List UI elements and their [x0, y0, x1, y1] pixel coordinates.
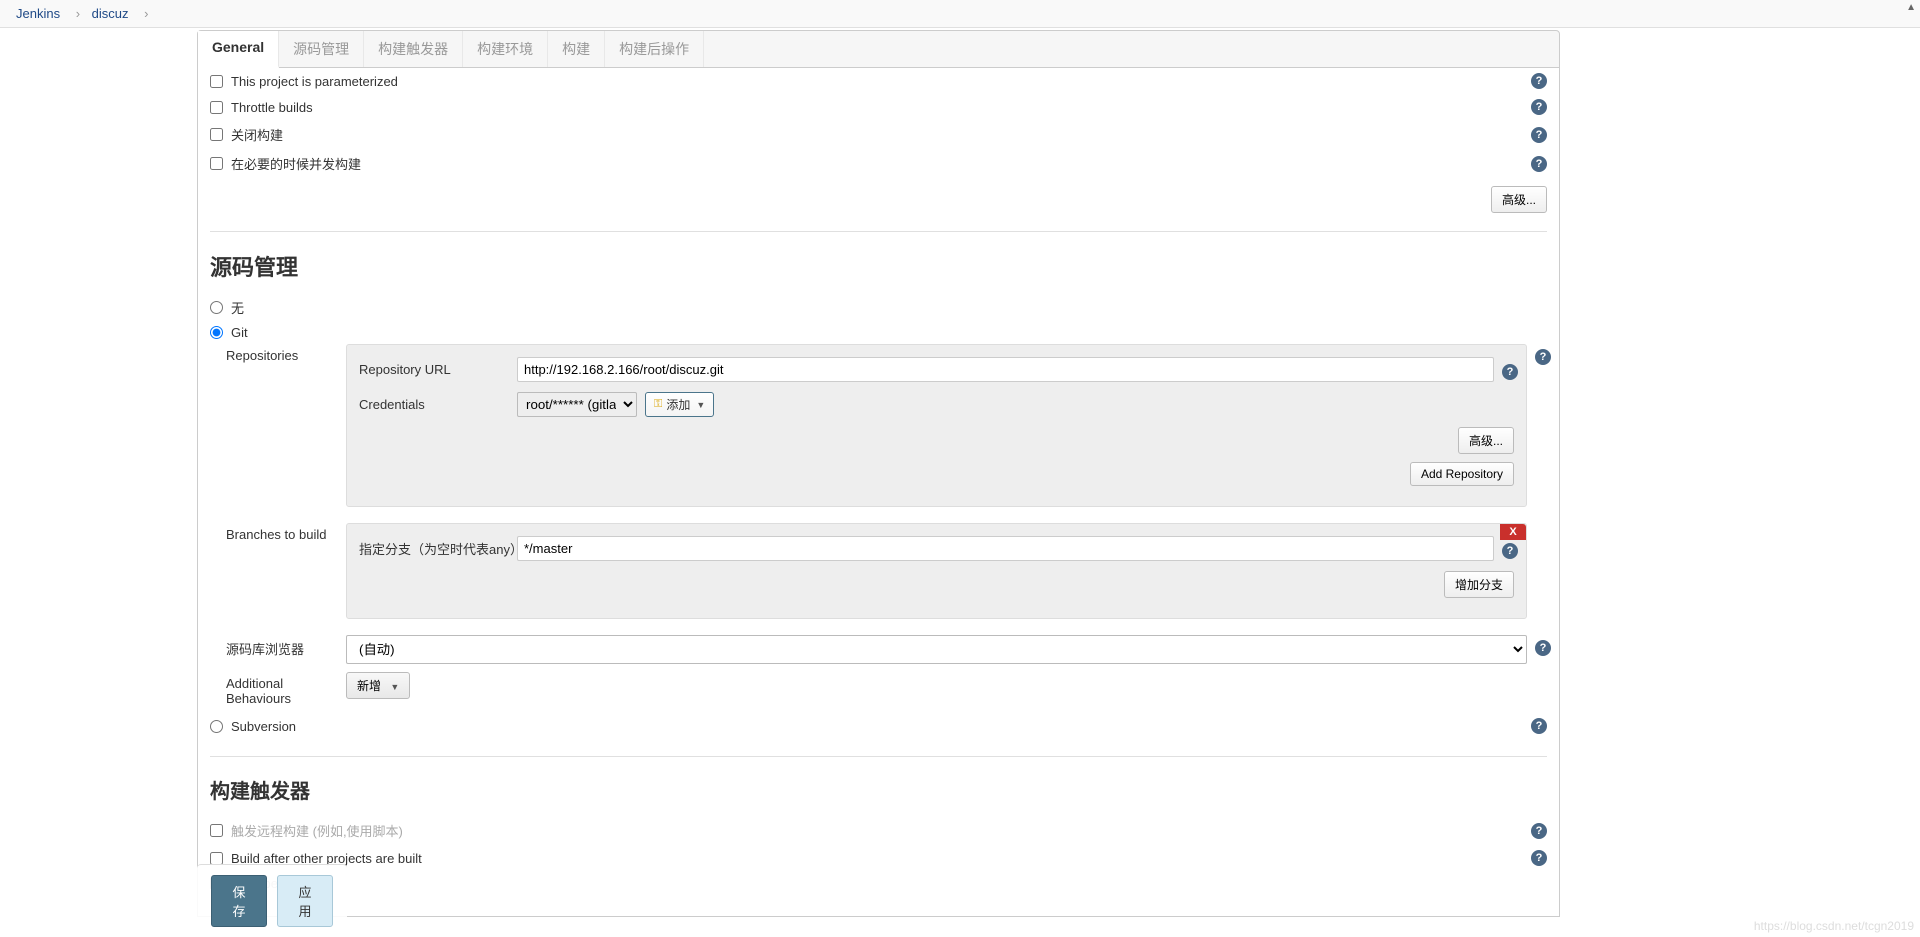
help-icon[interactable]: ? [1535, 349, 1551, 365]
tab-post[interactable]: 构建后操作 [605, 31, 704, 67]
disable-build-label: 关闭构建 [231, 125, 1531, 144]
help-icon[interactable]: ? [1502, 543, 1518, 559]
add-credential-label: 添加 [666, 396, 690, 413]
breadcrumb-root[interactable]: Jenkins [16, 6, 60, 21]
chevron-down-icon: ▼ [696, 400, 705, 410]
repo-browser-label: 源码库浏览器 [226, 635, 346, 658]
chevron-down-icon: ▼ [390, 682, 399, 692]
tab-triggers[interactable]: 构建触发器 [364, 31, 463, 67]
scm-subversion-label: Subversion [231, 719, 1531, 734]
breadcrumb: Jenkins › discuz › ▲ [0, 0, 1920, 28]
help-icon[interactable]: ? [1531, 99, 1547, 115]
scm-none-radio[interactable] [210, 301, 223, 314]
breadcrumb-job[interactable]: discuz [92, 6, 129, 21]
chevron-right-icon: › [76, 6, 80, 21]
chevron-right-icon: › [144, 6, 148, 21]
help-icon[interactable]: ? [1535, 640, 1551, 656]
repo-url-label: Repository URL [359, 362, 517, 377]
credentials-label: Credentials [359, 397, 517, 412]
repo-advanced-button[interactable]: 高级... [1458, 427, 1514, 454]
throttle-label: Throttle builds [231, 100, 1531, 115]
throttle-checkbox[interactable] [210, 101, 223, 114]
bottom-action-bar: 保存 应用 [197, 864, 347, 937]
parameterized-label: This project is parameterized [231, 74, 1531, 89]
help-icon[interactable]: ? [1531, 127, 1547, 143]
help-icon[interactable]: ? [1531, 718, 1547, 734]
help-icon[interactable]: ? [1502, 364, 1518, 380]
divider [210, 756, 1547, 757]
trigger-after-label: Build after other projects are built [231, 851, 1531, 866]
scroll-up-icon[interactable]: ▲ [1906, 2, 1916, 13]
repository-block: Repository URL ? Credentials root/******… [346, 344, 1527, 507]
repo-url-input[interactable] [517, 357, 1494, 382]
trigger-remote-label: 触发远程构建 (例如,使用脚本) [231, 821, 1531, 840]
concurrent-checkbox[interactable] [210, 157, 223, 170]
scm-subversion-radio[interactable] [210, 720, 223, 733]
help-icon[interactable]: ? [1531, 850, 1547, 866]
help-icon[interactable]: ? [1531, 823, 1547, 839]
branches-label: Branches to build [226, 523, 346, 542]
trigger-remote-checkbox[interactable] [210, 824, 223, 837]
add-behaviour-button[interactable]: 新增 ▼ [346, 672, 410, 699]
branch-spec-label: 指定分支（为空时代表any） [359, 539, 517, 558]
branches-block: X 指定分支（为空时代表any） ? 增加分支 [346, 523, 1527, 619]
watermark: https://blog.csdn.net/tcgn2019 [1754, 919, 1914, 933]
divider [210, 231, 1547, 232]
help-icon[interactable]: ? [1531, 156, 1547, 172]
scm-none-label: 无 [231, 298, 1547, 317]
add-branch-button[interactable]: 增加分支 [1444, 571, 1514, 598]
tab-build[interactable]: 构建 [548, 31, 605, 67]
tab-scm[interactable]: 源码管理 [279, 31, 364, 67]
parameterized-checkbox[interactable] [210, 75, 223, 88]
scm-git-label: Git [231, 325, 1547, 340]
save-button[interactable]: 保存 [211, 875, 267, 927]
credentials-select[interactable]: root/****** (gitlab) [517, 392, 637, 417]
help-icon[interactable]: ? [1531, 73, 1547, 89]
disable-build-checkbox[interactable] [210, 128, 223, 141]
apply-button[interactable]: 应用 [277, 875, 333, 927]
config-tabs: General 源码管理 构建触发器 构建环境 构建 构建后操作 [197, 30, 1560, 68]
add-repository-button[interactable]: Add Repository [1410, 462, 1514, 486]
trigger-after-checkbox[interactable] [210, 852, 223, 865]
general-advanced-button[interactable]: 高级... [1491, 186, 1547, 213]
delete-branch-button[interactable]: X [1500, 524, 1526, 540]
trigger-periodic-label: Build periodically [231, 876, 1547, 891]
scm-section-title: 源码管理 [210, 250, 1547, 282]
repositories-label: Repositories [226, 344, 346, 363]
triggers-section-title: 构建触发器 [210, 775, 1547, 804]
behaviours-label: Additional Behaviours [226, 672, 346, 706]
tab-general[interactable]: General [198, 31, 279, 68]
key-icon: ⚿ [654, 398, 662, 411]
add-credential-button[interactable]: ⚿ 添加 ▼ [645, 392, 714, 417]
concurrent-label: 在必要的时候并发构建 [231, 154, 1531, 173]
branch-spec-input[interactable] [517, 536, 1494, 561]
scm-git-radio[interactable] [210, 326, 223, 339]
repo-browser-select[interactable]: (自动) [346, 635, 1527, 664]
tab-env[interactable]: 构建环境 [463, 31, 548, 67]
